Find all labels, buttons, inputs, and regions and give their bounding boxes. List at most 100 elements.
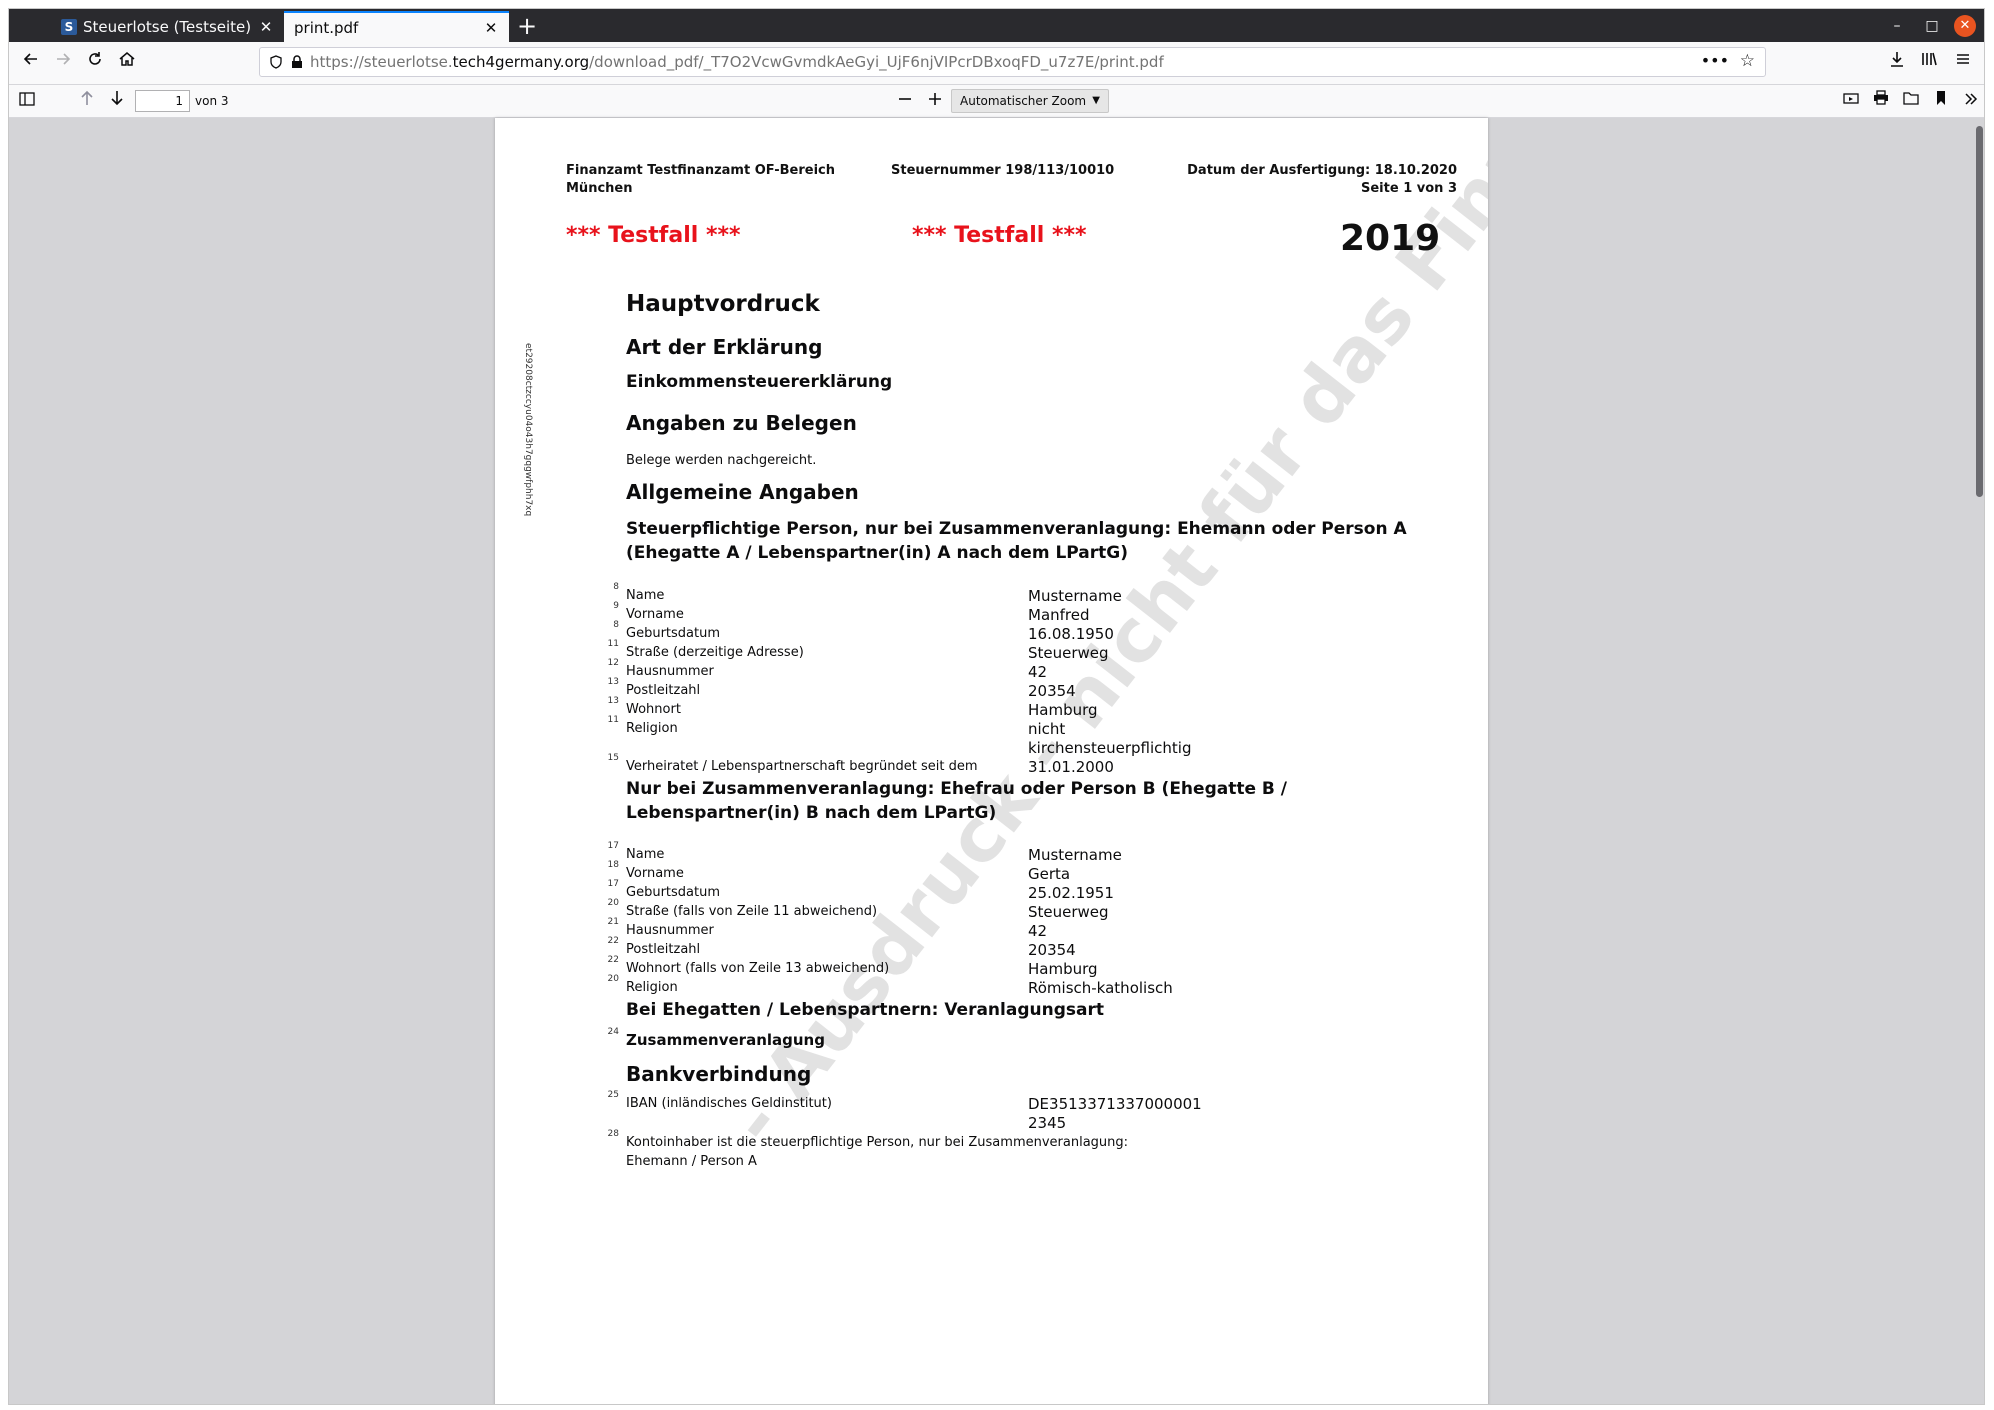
back-arrow-icon [23, 53, 37, 65]
field-row: 20 Straße (falls von Zeile 11 abweichend)… [595, 898, 1455, 921]
sidebar-toggle-button[interactable] [15, 89, 39, 113]
field-row: 11 Religion nicht kirchensteuerpflichtig [595, 715, 1455, 757]
field-label: Hausnummer [626, 664, 714, 679]
reload-icon [89, 52, 101, 65]
hamburger-menu-icon [1957, 54, 1969, 64]
scrollbar[interactable] [1976, 126, 1983, 497]
subsection-heading: Steuerpflichtige Person, nur bei Zusamme… [626, 519, 1407, 563]
tab-print-pdf[interactable]: print.pdf ✕ [284, 11, 509, 42]
previous-page-button[interactable] [75, 89, 99, 113]
reload-button[interactable] [81, 49, 109, 77]
line-number: 22 [607, 936, 619, 946]
browser-window: S Steuerlotse (Testseite) ✕ print.pdf ✕ … [8, 8, 1985, 1405]
pdf-viewer[interactable]: - Ausdruck - nicht für das Finanzamt - F… [9, 118, 1984, 1404]
line-number: 9 [613, 601, 619, 611]
minimize-button[interactable]: – [1886, 15, 1908, 37]
tab-close-icon[interactable]: ✕ [481, 19, 501, 37]
field-label: Kontoinhaber ist die steuerpflichtige Pe… [626, 1135, 1129, 1169]
chevron-down-icon: ▼ [1092, 95, 1100, 106]
presentation-mode-button[interactable] [1839, 89, 1863, 113]
section-heading: Art der Erklärung [626, 335, 823, 359]
tab-strip: S Steuerlotse (Testseite) ✕ print.pdf ✕ … [9, 9, 1984, 42]
line-number: 13 [607, 696, 619, 706]
page-actions-icon[interactable]: ••• [1701, 51, 1729, 70]
arrow-up-icon [81, 90, 93, 105]
field-label: Straße (falls von Zeile 11 abweichend) [626, 904, 878, 919]
bookmark-button[interactable] [1929, 89, 1953, 113]
testfall-label: *** Testfall *** [566, 223, 741, 248]
tab-steuerlotse[interactable]: S Steuerlotse (Testseite) ✕ [49, 11, 284, 42]
field-row: 24 Zusammenveranlagung [595, 1027, 1455, 1050]
field-row: 17 Name Mustername [595, 841, 1455, 864]
section-heading: Allgemeine Angaben [626, 480, 859, 504]
field-row: 13 Wohnort Hamburg [595, 696, 1455, 719]
field-label: Name [626, 847, 665, 862]
pdf-page: - Ausdruck - nicht für das Finanzamt - F… [495, 118, 1488, 1404]
field-value: 25.02.1951 [1028, 884, 1114, 902]
library-button[interactable] [1915, 49, 1943, 77]
line-number: 25 [607, 1090, 619, 1100]
plus-icon [929, 93, 941, 105]
close-window-button[interactable]: ✕ [1954, 15, 1976, 37]
menu-button[interactable] [1949, 49, 1977, 77]
section-heading: Angaben zu Belegen [626, 411, 857, 435]
issue-date: Datum der Ausfertigung: 18.10.2020 Seite… [1187, 163, 1457, 196]
zoom-out-button[interactable] [893, 89, 917, 113]
field-value: 31.01.2000 [1028, 758, 1114, 776]
tax-office-name: Finanzamt Testfinanzamt OF-Bereich Münch… [566, 163, 835, 196]
field-row: 20 Religion Römisch-katholisch [595, 974, 1455, 997]
save-button[interactable] [1899, 89, 1923, 113]
back-button[interactable] [17, 49, 45, 77]
declaration-type: Einkommensteuererklärung [626, 372, 893, 392]
print-button[interactable] [1869, 89, 1893, 113]
assessment-type-value: Zusammenveranlagung [626, 1031, 825, 1049]
page-count: von 3 [195, 94, 229, 108]
field-label: Geburtsdatum [626, 885, 720, 900]
field-value: Steuerweg [1028, 903, 1109, 921]
presentation-icon [1843, 93, 1859, 104]
bookmark-star-icon[interactable]: ☆ [1740, 51, 1755, 71]
downloads-button[interactable] [1883, 49, 1911, 77]
page-number-input[interactable]: 1 [135, 90, 190, 112]
field-label: Straße (derzeitige Adresse) [626, 645, 804, 660]
field-label: Wohnort [626, 702, 681, 717]
tax-year: 2019 [1340, 218, 1441, 259]
field-label: Religion [626, 980, 678, 995]
field-value: Gerta [1028, 865, 1071, 883]
site-favicon-icon: S [61, 18, 77, 35]
subsection-heading: Bei Ehegatten / Lebenspartnern: Veranlag… [626, 1000, 1104, 1020]
field-label: Name [626, 588, 665, 603]
url-text[interactable]: https://steuerlotse.tech4germany.org/dow… [310, 48, 1164, 76]
field-value: 20354 [1028, 682, 1076, 700]
field-label: Hausnummer [626, 923, 714, 938]
zoom-select[interactable]: Automatischer Zoom ▼ [951, 89, 1109, 113]
field-value: Mustername [1028, 587, 1122, 605]
field-label: Vorname [626, 866, 684, 881]
field-label: Vorname [626, 607, 684, 622]
field-row: 15 Verheiratet / Lebenspartnerschaft begr… [595, 753, 1455, 776]
field-label: Verheiratet / Lebenspartnerschaft begrün… [626, 759, 978, 774]
field-value: 16.08.1950 [1028, 625, 1114, 643]
field-value: Hamburg [1028, 960, 1098, 978]
field-row: 21 Hausnummer 42 [595, 917, 1455, 940]
line-number: 15 [607, 753, 619, 763]
new-tab-button[interactable]: + [514, 13, 540, 39]
field-value: Hamburg [1028, 701, 1098, 719]
tab-close-icon[interactable]: ✕ [256, 18, 276, 36]
arrow-down-icon [111, 91, 123, 106]
next-page-button[interactable] [105, 89, 129, 113]
home-button[interactable] [113, 49, 141, 77]
minus-icon [899, 98, 911, 100]
maximize-button[interactable]: □ [1921, 15, 1943, 37]
field-row: 22 Wohnort (falls von Zeile 13 abweichend… [595, 955, 1455, 978]
forward-button[interactable] [49, 49, 77, 77]
testfall-label: *** Testfall *** [912, 223, 1087, 248]
line-number: 17 [607, 841, 619, 851]
url-bar[interactable]: https://steuerlotse.tech4germany.org/dow… [259, 47, 1766, 77]
printer-icon [1874, 90, 1888, 105]
sidebar-icon [19, 92, 35, 106]
field-row: 9 Vorname Manfred [595, 601, 1455, 624]
line-number: 28 [607, 1129, 619, 1139]
zoom-in-button[interactable] [923, 89, 947, 113]
tools-button[interactable] [1959, 89, 1983, 113]
